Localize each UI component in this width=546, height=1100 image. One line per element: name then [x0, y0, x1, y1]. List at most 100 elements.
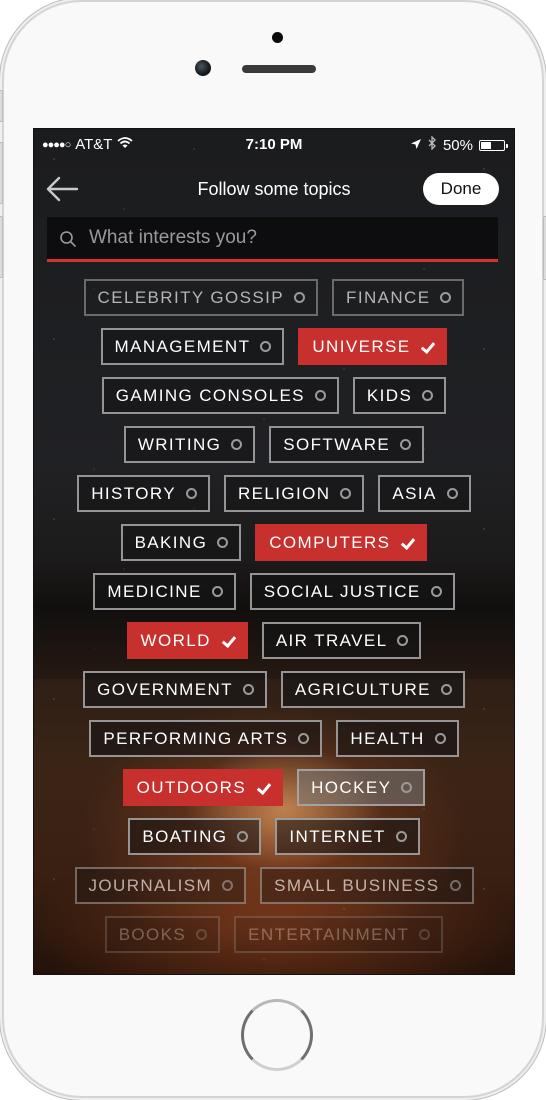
topic-chip-health[interactable]: HEALTH	[336, 720, 459, 757]
topic-chip-religion[interactable]: RELIGION	[223, 475, 365, 512]
mute-switch	[0, 90, 3, 122]
unselected-circle-icon	[449, 880, 461, 891]
topic-chip-history[interactable]: HISTORY	[77, 475, 210, 512]
topic-row: GAMING CONSOLES KIDS	[34, 377, 514, 414]
checkmark-icon	[221, 634, 235, 648]
topic-chip-boating[interactable]: BOATING	[128, 818, 262, 855]
front-camera	[195, 60, 211, 76]
search-icon	[60, 231, 76, 247]
topic-chip-baking[interactable]: BAKING	[120, 524, 242, 561]
done-button[interactable]: Done	[423, 173, 499, 205]
topic-chip-small-business[interactable]: SMALL BUSINESS	[260, 867, 474, 904]
topic-chip-universe[interactable]: UNIVERSE	[298, 328, 448, 365]
topic-row: JOURNALISM SMALL BUSINESS	[34, 867, 514, 904]
topic-chip-medicine[interactable]: MEDICINE	[93, 573, 236, 610]
unselected-circle-icon	[446, 488, 458, 499]
topic-chip-software[interactable]: SOFTWARE	[269, 426, 425, 463]
unselected-circle-icon	[430, 586, 442, 597]
topic-chip-outdoors[interactable]: OUTDOORS	[122, 769, 284, 806]
unselected-circle-icon	[298, 733, 310, 744]
checkmark-icon	[256, 781, 270, 795]
location-icon	[410, 137, 422, 154]
battery-level	[481, 141, 491, 149]
topic-row: BOATING INTERNET	[34, 818, 514, 855]
topic-label: RELIGION	[237, 483, 331, 503]
unselected-circle-icon	[401, 782, 413, 793]
topic-row: BAKING COMPUTERS	[34, 524, 514, 561]
topic-label: AGRICULTURE	[294, 679, 431, 699]
unselected-circle-icon	[422, 390, 434, 401]
topic-chip-computers[interactable]: COMPUTERS	[255, 524, 428, 561]
topic-label: WORLD	[140, 630, 211, 650]
topic-label: BOATING	[142, 826, 228, 846]
topic-row: PERFORMING ARTS HEALTH	[34, 720, 514, 757]
topic-label: INTERNET	[289, 826, 386, 846]
topic-label: AIR TRAVEL	[275, 630, 388, 650]
topic-chip-agriculture[interactable]: AGRICULTURE	[280, 671, 465, 708]
topic-label: MANAGEMENT	[114, 336, 251, 356]
topic-label: PERFORMING ARTS	[103, 728, 289, 748]
topic-label: SOCIAL JUSTICE	[263, 581, 421, 601]
proximity-sensor	[272, 32, 283, 43]
bluetooth-icon	[428, 135, 437, 154]
topic-chip-finance[interactable]: FINANCE	[332, 279, 465, 316]
volume-down-button	[0, 216, 3, 278]
topic-chip-kids[interactable]: KIDS	[352, 377, 447, 414]
unselected-circle-icon	[294, 292, 306, 303]
topic-chip-writing[interactable]: WRITING	[123, 426, 256, 463]
home-button[interactable]	[241, 999, 313, 1071]
topic-chip-hockey[interactable]: HOCKEY	[297, 769, 426, 806]
topic-chip-gaming-consoles[interactable]: GAMING CONSOLES	[101, 377, 339, 414]
topic-row: GOVERNMENT AGRICULTURE	[34, 671, 514, 708]
topic-chip-social-justice[interactable]: SOCIAL JUSTICE	[249, 573, 455, 610]
topic-label: HOCKEY	[311, 777, 392, 797]
unselected-circle-icon	[242, 684, 254, 695]
topic-chip-air-travel[interactable]: AIR TRAVEL	[261, 622, 422, 659]
unselected-circle-icon	[440, 292, 452, 303]
unselected-circle-icon	[196, 929, 208, 940]
topic-label: ASIA	[392, 483, 437, 503]
topic-label: BOOKS	[118, 924, 187, 944]
unselected-circle-icon	[400, 439, 412, 450]
topic-chip-performing-arts[interactable]: PERFORMING ARTS	[89, 720, 323, 757]
topic-label: BAKING	[134, 532, 208, 552]
battery-icon	[479, 139, 508, 151]
topic-chip-internet[interactable]: INTERNET	[275, 818, 420, 855]
status-bar: ●●●●○ AT&T 7:10 PM 50%	[34, 129, 514, 159]
search-bar	[47, 217, 498, 262]
topic-label: OUTDOORS	[136, 777, 247, 797]
unselected-circle-icon	[185, 488, 197, 499]
unselected-circle-icon	[211, 586, 223, 597]
topic-row: WRITING SOFTWARE	[34, 426, 514, 463]
topic-row: MANAGEMENT UNIVERSE	[34, 328, 514, 365]
topic-chip-world[interactable]: WORLD	[126, 622, 248, 659]
unselected-circle-icon	[440, 684, 452, 695]
unselected-circle-icon	[314, 390, 326, 401]
nav-bar: Follow some topics Done	[34, 169, 514, 209]
app-screen: ●●●●○ AT&T 7:10 PM 50% Follow some topic…	[33, 128, 515, 975]
topic-label: HISTORY	[91, 483, 176, 503]
topic-label: WRITING	[137, 434, 222, 454]
topic-label: UNIVERSE	[312, 336, 411, 356]
topic-chip-entertainment[interactable]: ENTERTAINMENT	[234, 916, 444, 953]
topic-chip-journalism[interactable]: JOURNALISM	[74, 867, 247, 904]
topic-chip-books[interactable]: BOOKS	[104, 916, 221, 953]
topic-label: KIDS	[366, 385, 413, 405]
topic-chip-government[interactable]: GOVERNMENT	[83, 671, 267, 708]
topic-label: HEALTH	[350, 728, 425, 748]
topic-row: MEDICINE SOCIAL JUSTICE	[34, 573, 514, 610]
topic-label: ENTERTAINMENT	[248, 924, 410, 944]
unselected-circle-icon	[217, 537, 229, 548]
search-input[interactable]	[87, 223, 491, 253]
topic-label: FINANCE	[346, 287, 431, 307]
topic-chip-celebrity-gossip[interactable]: CELEBRITY GOSSIP	[83, 279, 319, 316]
topic-label: GOVERNMENT	[97, 679, 233, 699]
topic-chip-asia[interactable]: ASIA	[378, 475, 471, 512]
topic-row: HISTORY RELIGION ASIA	[34, 475, 514, 512]
topic-chip-management[interactable]: MANAGEMENT	[100, 328, 285, 365]
topic-label: GAMING CONSOLES	[115, 385, 305, 405]
battery-percent: 50%	[442, 136, 473, 154]
earpiece-speaker	[242, 65, 316, 73]
checkmark-icon	[420, 340, 434, 354]
unselected-circle-icon	[397, 635, 409, 646]
